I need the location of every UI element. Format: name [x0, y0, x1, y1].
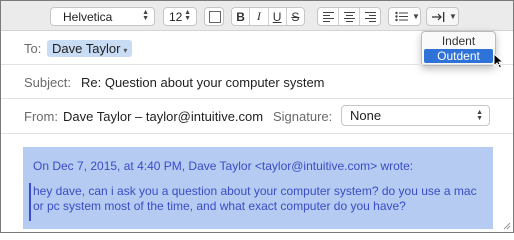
- mail-compose-window: Helvetica ▲ ▼ 12 ▲ ▼ B I U S ▼ ▼ Indent …: [0, 0, 514, 233]
- bullet-list-icon: [395, 11, 408, 22]
- color-swatch-icon: [209, 10, 221, 23]
- signature-label: Signature:: [273, 109, 333, 124]
- strikethrough-button[interactable]: S: [287, 8, 304, 25]
- align-center-icon: [343, 11, 355, 22]
- to-label: To:: [24, 41, 42, 56]
- align-left-icon: [322, 11, 334, 22]
- chevron-down-icon: ▼: [412, 12, 420, 21]
- from-row: From: Dave Taylor – taylor@intuitive.com…: [1, 99, 513, 134]
- indent-arrow-icon: [432, 11, 445, 22]
- font-size-value: 12: [169, 9, 183, 24]
- message-body-selection[interactable]: On Dec 7, 2015, at 4:40 PM, Dave Taylor …: [23, 147, 493, 229]
- quoted-message-text: hey dave, can i ask you a question about…: [33, 184, 477, 213]
- align-right-button[interactable]: [360, 8, 380, 25]
- list-style-button[interactable]: ▼: [388, 7, 421, 26]
- text-color-button[interactable]: [204, 7, 224, 26]
- quote-attribution: On Dec 7, 2015, at 4:40 PM, Dave Taylor …: [33, 159, 414, 173]
- format-toolbar: Helvetica ▲ ▼ 12 ▲ ▼ B I U S ▼ ▼: [1, 1, 513, 31]
- indent-button[interactable]: ▼: [426, 7, 459, 26]
- align-center-button[interactable]: [339, 8, 360, 25]
- subject-field[interactable]: Re: Question about your computer system: [81, 75, 325, 90]
- recipient-token[interactable]: Dave Taylor ▾: [47, 40, 133, 57]
- updown-chevron-icon: ▲ ▼: [142, 9, 149, 22]
- font-family-select[interactable]: Helvetica ▲ ▼: [50, 7, 155, 26]
- signature-select[interactable]: None ▲ ▼: [341, 105, 490, 126]
- font-size-select[interactable]: 12 ▲ ▼: [163, 7, 197, 26]
- bold-button[interactable]: B: [232, 8, 251, 25]
- alignment-segment: [317, 7, 381, 26]
- from-field[interactable]: Dave Taylor – taylor@intuitive.com: [63, 109, 263, 124]
- from-label: From:: [24, 109, 58, 124]
- resize-grip-icon[interactable]: [503, 222, 511, 230]
- chevron-down-icon: ▼: [449, 12, 457, 21]
- subject-row: Subject: Re: Question about your compute…: [1, 65, 513, 99]
- font-family-value: Helvetica: [63, 9, 113, 24]
- chevron-down-icon: ▾: [123, 46, 128, 55]
- underline-button[interactable]: U: [269, 8, 287, 25]
- updown-chevron-icon: ▲ ▼: [476, 109, 483, 122]
- updown-chevron-icon: ▲ ▼: [184, 9, 191, 22]
- subject-label: Subject:: [24, 75, 71, 90]
- recipient-name: Dave Taylor: [52, 41, 121, 56]
- to-row: To: Dave Taylor ▾: [1, 31, 513, 65]
- signature-value: None: [350, 108, 382, 123]
- align-right-icon: [364, 11, 376, 22]
- quote-bar: [29, 183, 31, 221]
- italic-button[interactable]: I: [250, 8, 269, 25]
- align-left-button[interactable]: [318, 8, 339, 25]
- text-style-segment: B I U S: [231, 7, 305, 26]
